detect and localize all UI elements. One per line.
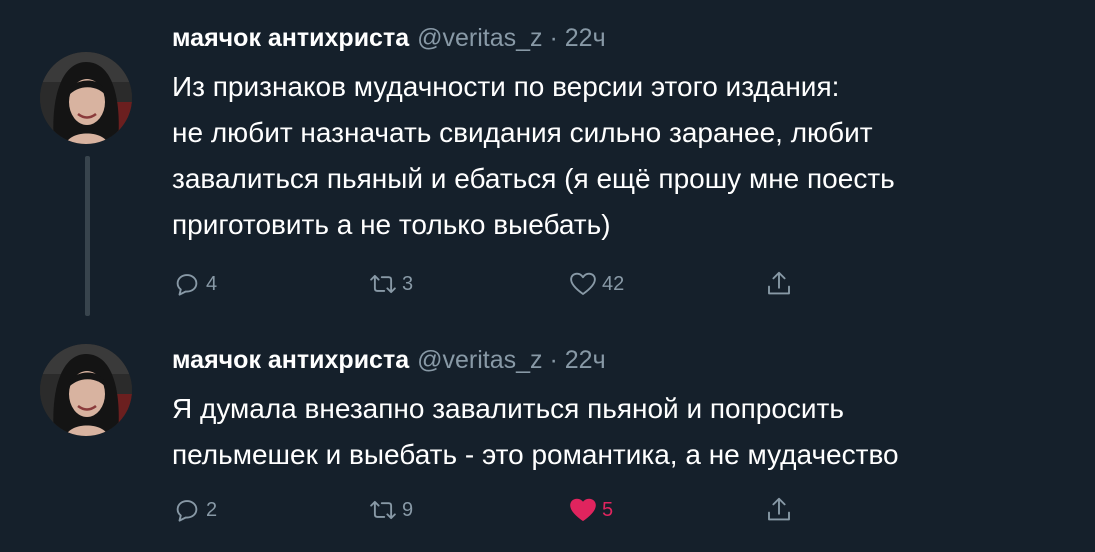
retweet-button[interactable]: 9 xyxy=(368,494,413,526)
retweet-count: 3 xyxy=(402,272,414,295)
tweet-text-line: Я думала внезапно завалиться пьяной и по… xyxy=(172,393,844,424)
tweet-time[interactable]: 22ч xyxy=(565,346,606,374)
reply-icon xyxy=(176,500,198,522)
like-count: 5 xyxy=(602,498,614,521)
tweet-text-line: не любит назначать свидания сильно заран… xyxy=(172,117,873,148)
heart-icon xyxy=(570,498,596,521)
tweet-text-line: приготовить а не только выебать) xyxy=(172,209,611,240)
tweet[interactable]: маячок антихриста @veritas_z · 22ч Я дума… xyxy=(0,330,1095,552)
author-name[interactable]: маячок антихриста xyxy=(172,24,409,52)
tweet-header: маячок антихриста @veritas_z · 22ч xyxy=(172,24,606,53)
tweet-header: маячок антихриста @veritas_z · 22ч xyxy=(172,346,606,375)
retweet-button[interactable]: 3 xyxy=(368,268,413,300)
tweet-actions: 2 9 5 xyxy=(172,494,812,526)
like-button[interactable]: 5 xyxy=(568,494,613,526)
retweet-icon xyxy=(370,500,396,520)
like-count: 42 xyxy=(602,272,625,295)
share-icon xyxy=(768,271,790,295)
share-button[interactable] xyxy=(764,494,794,526)
tweet-text-line: Из признаков мудачности по версии этого … xyxy=(172,71,840,102)
reply-button[interactable]: 4 xyxy=(172,268,217,300)
share-button[interactable] xyxy=(764,268,794,300)
avatar[interactable] xyxy=(40,344,132,436)
author-handle[interactable]: @veritas_z xyxy=(417,24,542,52)
heart-icon xyxy=(570,272,596,295)
tweet-text: Из признаков мудачности по версии этого … xyxy=(172,64,1072,248)
reply-icon xyxy=(176,274,198,296)
tweet[interactable]: маячок антихриста @veritas_z · 22ч Из при… xyxy=(0,0,1095,330)
reply-button[interactable]: 2 xyxy=(172,494,217,526)
avatar-photo xyxy=(40,344,132,436)
tweet-actions: 4 3 42 xyxy=(172,268,812,300)
thread-line xyxy=(85,156,90,316)
separator-dot: · xyxy=(549,346,558,374)
author-name[interactable]: маячок антихриста xyxy=(172,346,409,374)
like-button[interactable]: 42 xyxy=(568,268,624,300)
separator-dot: · xyxy=(549,24,558,52)
retweet-icon xyxy=(370,274,396,294)
tweet-text-line: пельмешек и выебать - это романтика, а н… xyxy=(172,439,899,470)
tweet-time[interactable]: 22ч xyxy=(565,24,606,52)
retweet-count: 9 xyxy=(402,498,414,521)
reply-count: 2 xyxy=(206,498,218,521)
author-handle[interactable]: @veritas_z xyxy=(417,346,542,374)
avatar[interactable] xyxy=(40,52,132,144)
tweet-text: Я думала внезапно завалиться пьяной и по… xyxy=(172,386,1072,478)
share-icon xyxy=(768,497,790,521)
reply-count: 4 xyxy=(206,272,218,295)
tweet-text-line: завалиться пьяный и ебаться (я ещё прошу… xyxy=(172,163,895,194)
avatar-photo xyxy=(40,52,132,144)
